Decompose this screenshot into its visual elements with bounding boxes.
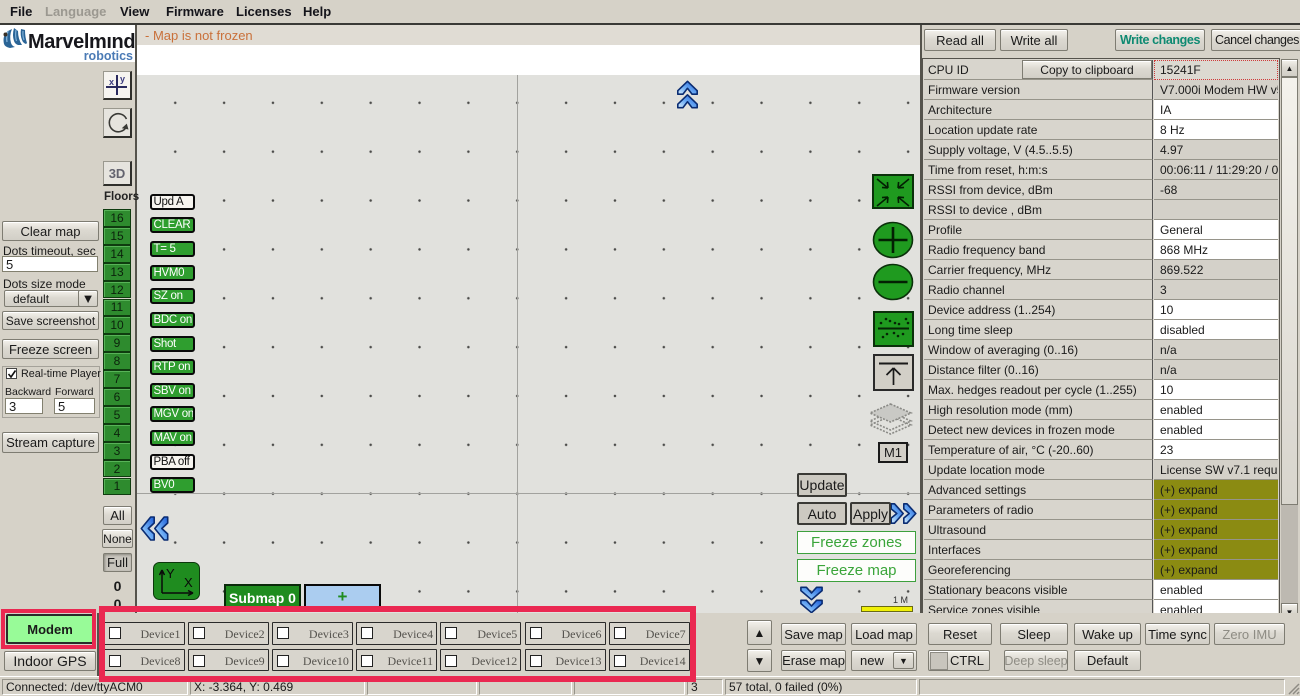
svg-text:x: x (109, 77, 114, 87)
svg-text:Y: Y (166, 566, 175, 581)
svg-text:X: X (184, 575, 193, 590)
svg-text:y: y (120, 74, 125, 84)
